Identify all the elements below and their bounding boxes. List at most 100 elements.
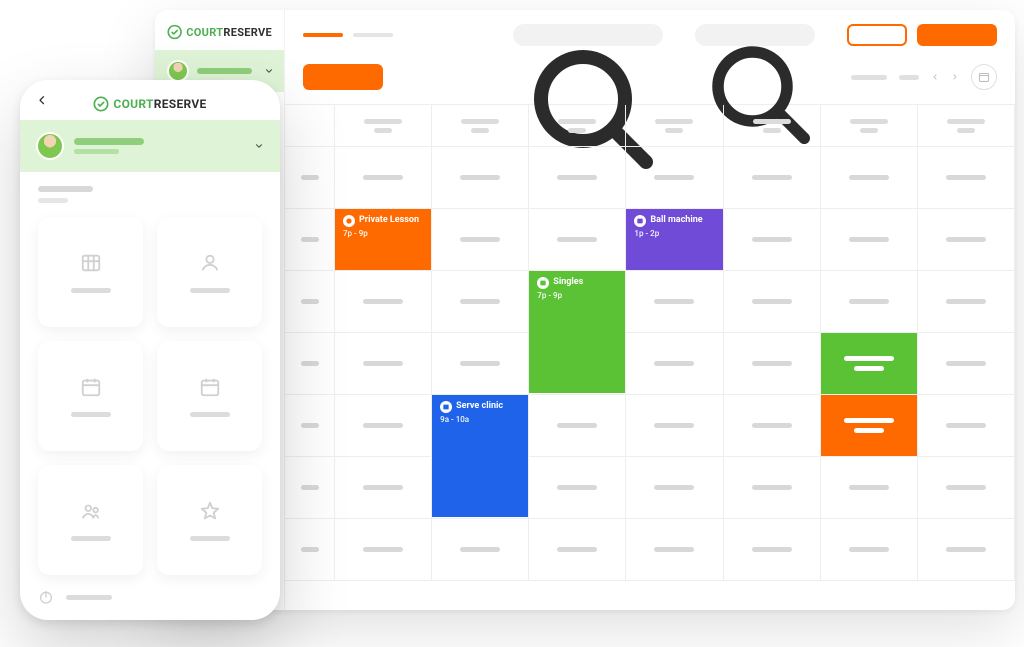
calendar-cell[interactable] — [724, 333, 821, 395]
calendar-cell[interactable] — [821, 271, 918, 333]
calendar-cell[interactable] — [529, 147, 626, 209]
check-circle-icon — [167, 24, 182, 40]
time-label — [301, 237, 319, 242]
calendar-cell[interactable]: Serve clinic 9a - 10a — [432, 395, 529, 457]
calendar-cell[interactable]: Singles 7p - 9p — [529, 271, 626, 333]
mobile-section-label — [20, 172, 280, 207]
calendar-cell[interactable] — [724, 395, 821, 457]
event-placeholder-green[interactable] — [821, 333, 917, 394]
event-title: Serve clinic — [456, 401, 503, 413]
calendar-cell[interactable] — [626, 519, 723, 581]
avatar — [36, 132, 64, 160]
menu-card-star[interactable] — [157, 465, 262, 575]
calendar-cell[interactable] — [918, 271, 1015, 333]
time-label — [301, 547, 319, 552]
day-header — [335, 105, 432, 147]
calendar-cell[interactable] — [432, 271, 529, 333]
calendar-cell[interactable] — [918, 209, 1015, 271]
desktop-topbar — [285, 10, 1015, 54]
calendar-cell[interactable] — [335, 395, 432, 457]
primary-action-button[interactable] — [917, 24, 997, 46]
calendar-cell[interactable] — [432, 333, 529, 395]
calendar-cell[interactable] — [432, 519, 529, 581]
calendar-cell[interactable] — [529, 209, 626, 271]
calendar-cell[interactable] — [918, 333, 1015, 395]
event-singles[interactable]: Singles 7p - 9p — [529, 271, 625, 393]
filter-button[interactable] — [303, 64, 383, 90]
back-icon[interactable] — [36, 94, 48, 106]
menu-card-calendar-1[interactable] — [38, 341, 143, 451]
calendar-cell[interactable]: Private Lesson 7p - 9p — [335, 209, 432, 271]
calendar-cell[interactable] — [529, 457, 626, 519]
calendar-row: Singles 7p - 9p — [285, 271, 1015, 333]
calendar-cell[interactable] — [626, 147, 723, 209]
event-ball-machine[interactable]: Ball machine 1p - 2p — [626, 209, 722, 270]
brand-logo[interactable]: COURTRESERVE — [93, 96, 206, 112]
brand-logo[interactable]: COURTRESERVE — [155, 10, 284, 50]
calendar-cell[interactable] — [335, 457, 432, 519]
brand-court: COURT — [113, 97, 153, 111]
calendar-cell[interactable] — [724, 457, 821, 519]
menu-card-grid[interactable] — [38, 217, 143, 327]
calendar-cell[interactable] — [918, 147, 1015, 209]
calendar-cell[interactable] — [432, 147, 529, 209]
calendar-cell[interactable] — [724, 271, 821, 333]
calendar-cell[interactable]: Ball machine 1p - 2p — [626, 209, 723, 271]
calendar-cell[interactable] — [529, 395, 626, 457]
calendar-cell[interactable] — [821, 147, 918, 209]
tab-item[interactable] — [353, 33, 393, 37]
event-placeholder-orange[interactable] — [821, 395, 917, 456]
range-label-placeholder — [851, 75, 887, 80]
day-header — [821, 105, 918, 147]
calendar-cell[interactable] — [626, 271, 723, 333]
chevron-right-icon[interactable] — [951, 73, 959, 81]
calendar-cell[interactable] — [626, 333, 723, 395]
tab-active[interactable] — [303, 33, 343, 37]
card-label-placeholder — [71, 412, 111, 417]
secondary-action-button[interactable] — [847, 24, 907, 46]
calendar-cell[interactable] — [821, 519, 918, 581]
menu-card-user[interactable] — [157, 217, 262, 327]
power-icon[interactable] — [38, 589, 54, 605]
time-label — [301, 361, 319, 366]
calendar-cell[interactable] — [821, 209, 918, 271]
event-title: Ball machine — [650, 215, 702, 227]
card-label-placeholder — [71, 288, 111, 293]
event-private-lesson[interactable]: Private Lesson 7p - 9p — [335, 209, 431, 270]
calendar-cell[interactable] — [335, 519, 432, 581]
calendar-cell[interactable] — [432, 209, 529, 271]
calendar-grid: Private Lesson 7p - 9p Ball machine — [285, 104, 1015, 610]
event-time: 9a - 10a — [440, 415, 520, 425]
calendar-cell[interactable] — [335, 147, 432, 209]
calendar-cell[interactable] — [626, 395, 723, 457]
chevron-left-icon[interactable] — [931, 73, 939, 81]
calendar-cell[interactable] — [724, 147, 821, 209]
calendar-cell[interactable] — [529, 519, 626, 581]
calendar-picker-button[interactable] — [971, 64, 997, 90]
calendar-row: Private Lesson 7p - 9p Ball machine — [285, 209, 1015, 271]
calendar-cell[interactable] — [821, 333, 918, 395]
calendar-header-row — [285, 105, 1015, 147]
calendar-cell[interactable] — [724, 209, 821, 271]
tennis-ball-icon — [343, 215, 355, 227]
calendar-row — [285, 519, 1015, 581]
calendar-cell[interactable] — [724, 519, 821, 581]
time-label — [301, 423, 319, 428]
calendar-cell[interactable] — [918, 519, 1015, 581]
time-label — [301, 485, 319, 490]
day-header — [529, 105, 626, 147]
calendar-cell[interactable] — [821, 457, 918, 519]
calendar-row: Serve clinic 9a - 10a — [285, 395, 1015, 457]
calendar-cell[interactable] — [335, 271, 432, 333]
brand-reserve: RESERVE — [223, 26, 272, 39]
menu-card-group[interactable] — [38, 465, 143, 575]
time-label — [301, 175, 319, 180]
calendar-cell[interactable] — [918, 457, 1015, 519]
calendar-cell[interactable] — [626, 457, 723, 519]
menu-card-calendar-2[interactable] — [157, 341, 262, 451]
calendar-cell[interactable] — [335, 333, 432, 395]
calendar-cell[interactable] — [918, 395, 1015, 457]
calendar-cell[interactable] — [821, 395, 918, 457]
event-serve-clinic[interactable]: Serve clinic 9a - 10a — [432, 395, 528, 517]
mobile-user-switcher[interactable] — [20, 120, 280, 172]
